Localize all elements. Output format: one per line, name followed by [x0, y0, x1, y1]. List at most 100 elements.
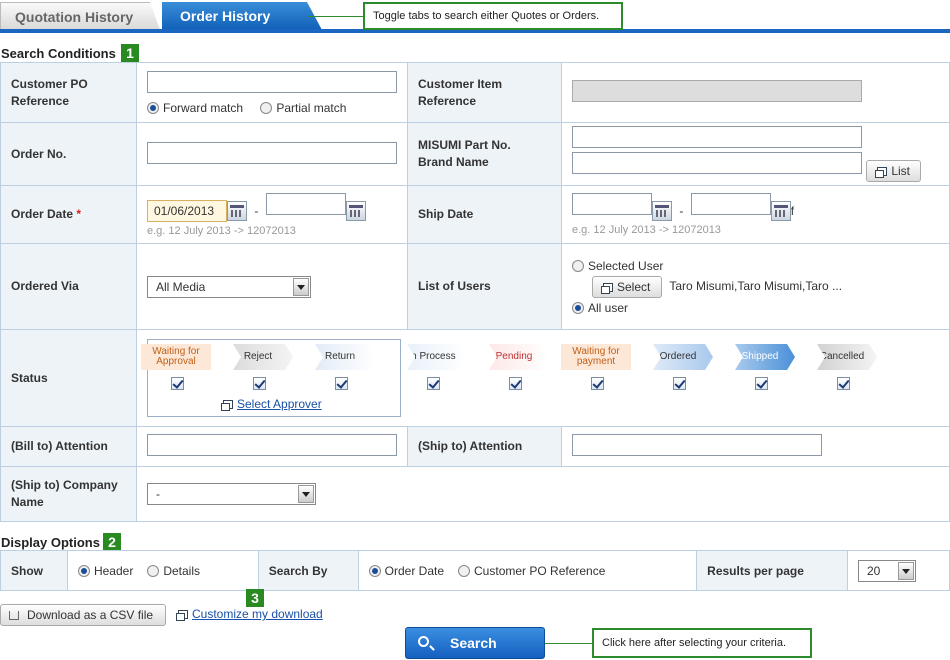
popup-window-icon — [601, 282, 613, 294]
order-date-label: Order Date — [11, 207, 74, 221]
status-area: Select Approver Waiting for Approval Reje… — [137, 330, 949, 426]
callout-connector — [545, 643, 593, 644]
status-checkbox[interactable] — [837, 377, 850, 390]
search-callout: Click here after selecting your criteria… — [592, 628, 812, 658]
show-label: Show — [0, 550, 68, 591]
order-date-from-input[interactable]: 01/06/2013 — [147, 199, 227, 222]
results-per-page-select[interactable]: 20 — [858, 559, 916, 582]
download-icon — [9, 611, 19, 620]
callout-connector — [308, 16, 364, 17]
search-by-po-radio[interactable] — [458, 564, 471, 577]
date-dash: - — [679, 203, 684, 218]
brand-name-label: Brand Name — [418, 155, 489, 169]
ordered-via-label: Ordered Via — [0, 243, 137, 330]
ship-attention-label: (Ship to) Attention — [407, 426, 562, 467]
status-chevron: Cancelled — [817, 344, 877, 370]
customize-download[interactable]: Customize my download — [176, 607, 323, 621]
calendar-icon[interactable] — [770, 201, 791, 222]
status-checkbox[interactable] — [427, 377, 440, 390]
part-no-input[interactable] — [572, 126, 862, 149]
search-by-po-label: Customer PO Reference — [474, 563, 606, 578]
search-button[interactable]: Search — [405, 627, 545, 659]
search-by-order-date-label: Order Date — [384, 563, 445, 578]
calendar-icon[interactable] — [652, 201, 672, 222]
display-options-title: Display Options — [1, 535, 100, 550]
date-format-hint: e.g. 12 July 2013 -> 12072013 — [572, 224, 721, 237]
tab-label: Order History — [180, 8, 271, 24]
popup-window-icon — [221, 400, 233, 411]
search-icon — [418, 636, 429, 647]
calendar-icon[interactable] — [227, 201, 247, 222]
status-checkbox[interactable] — [755, 377, 768, 390]
partial-match-radio[interactable] — [260, 101, 273, 114]
customize-download-link[interactable]: Customize my download — [192, 607, 323, 621]
tabs-callout: Toggle tabs to search either Quotes or O… — [363, 2, 623, 30]
chevron-down-icon — [898, 561, 914, 580]
search-by-order-date-radio[interactable] — [368, 564, 381, 577]
display-options-table: Show Header Details Search By Order Date C… — [0, 550, 950, 591]
step-badge-2: 2 — [103, 533, 121, 551]
chevron-down-icon — [293, 277, 309, 296]
status-label: Status — [0, 329, 137, 427]
order-no-input[interactable] — [147, 141, 397, 164]
required-mark: * — [76, 207, 82, 221]
search-button-label: Search — [450, 635, 497, 651]
brand-name-input[interactable] — [572, 152, 862, 175]
select-users-button[interactable]: Select — [592, 275, 662, 298]
download-csv-label: Download as a CSV file — [27, 608, 154, 622]
list-button[interactable]: List — [866, 159, 922, 182]
ship-date-from-input[interactable] — [572, 192, 652, 215]
list-of-users-label: List of Users — [407, 243, 562, 330]
customer-po-input[interactable] — [147, 70, 397, 93]
ordered-via-value: All Media — [156, 279, 206, 294]
show-header-label: Header — [93, 563, 134, 578]
download-csv-button[interactable]: Download as a CSV file — [0, 604, 167, 626]
selected-user-label: Selected User — [588, 258, 664, 273]
order-date-to-input[interactable] — [265, 192, 346, 215]
status-checkbox[interactable] — [509, 377, 522, 390]
popup-window-icon — [176, 610, 188, 621]
status-chevron: Pending — [489, 344, 549, 370]
show-details-radio[interactable] — [147, 564, 160, 577]
forward-match-radio[interactable] — [147, 101, 159, 114]
results-per-page-value: 20 — [867, 563, 881, 578]
results-per-page-label: Results per page — [696, 550, 848, 591]
status-checkbox[interactable] — [591, 377, 604, 390]
step-badge-3: 3 — [246, 589, 264, 607]
bill-attention-input[interactable] — [147, 434, 397, 456]
search-conditions-table: Customer PO Reference Forward match Part… — [0, 62, 950, 522]
bill-attention-label: (Bill to) Attention — [0, 426, 137, 467]
tab-order-history[interactable]: Order History — [162, 2, 322, 30]
show-header-radio[interactable] — [77, 564, 90, 577]
status-chevron: Ordered — [653, 344, 713, 370]
status-checkbox[interactable] — [171, 377, 184, 390]
select-button-label: Select — [617, 279, 651, 294]
part-no-label: MISUMI Part No. — [418, 138, 511, 152]
list-button-label: List — [891, 163, 911, 178]
calendar-icon[interactable] — [345, 201, 366, 222]
search-conditions-title: Search Conditions — [1, 46, 116, 61]
tab-quotation-history[interactable]: Quotation History — [0, 2, 160, 30]
status-chevron: Shipped — [735, 344, 795, 370]
select-approver[interactable]: Select Approver — [221, 397, 322, 411]
status-checkbox[interactable] — [335, 377, 348, 390]
customer-item-input — [572, 80, 862, 102]
date-dash: - — [254, 203, 259, 218]
status-chevron: Waiting for Approval — [141, 344, 211, 370]
order-no-label: Order No. — [0, 122, 137, 186]
ordered-via-select[interactable]: All Media — [147, 275, 311, 298]
selected-users-text: Taro Misumi,Taro Misumi,Taro ... — [669, 278, 843, 293]
chevron-down-icon — [298, 485, 314, 503]
ship-date-label: Ship Date — [407, 185, 562, 244]
ship-company-select[interactable]: - — [147, 483, 316, 505]
status-checkbox[interactable] — [673, 377, 686, 390]
all-user-radio[interactable] — [572, 301, 584, 314]
trailing-char: f — [790, 203, 795, 218]
select-approver-link[interactable]: Select Approver — [237, 397, 322, 411]
date-format-hint: e.g. 12 July 2013 -> 12072013 — [147, 224, 296, 237]
ship-date-to-input[interactable] — [690, 192, 771, 215]
status-chevron: Waiting for payment — [561, 344, 631, 370]
ship-attention-input[interactable] — [572, 434, 822, 456]
selected-user-radio[interactable] — [572, 259, 584, 272]
status-checkbox[interactable] — [253, 377, 266, 390]
